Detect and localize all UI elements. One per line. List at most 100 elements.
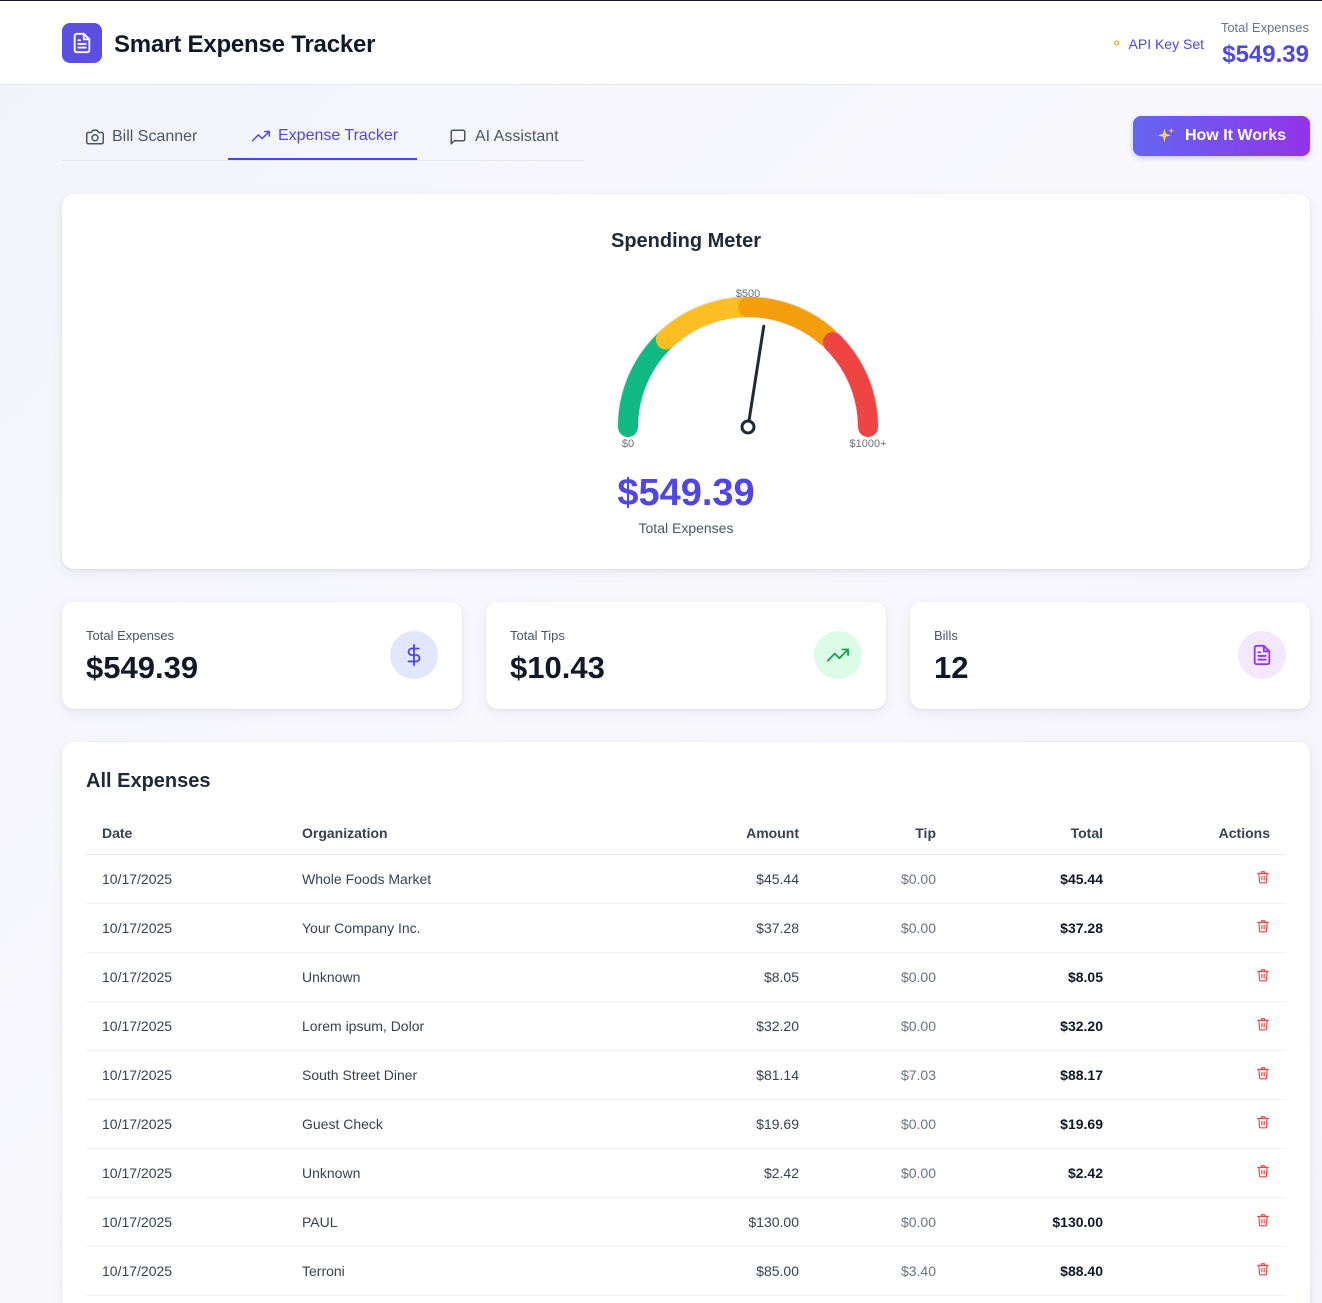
- delete-button[interactable]: [1254, 1065, 1270, 1083]
- delete-button[interactable]: [1254, 869, 1270, 887]
- table-row: 10/17/2025 Your Company Inc. $37.28 $0.00 $3…: [86, 903, 1286, 953]
- trash-icon: [1256, 920, 1270, 937]
- cell-total: $19.69: [936, 1099, 1103, 1149]
- stat-label: Total Expenses: [86, 628, 175, 643]
- trending-up-icon: [252, 130, 270, 141]
- cell-tip: $0.00: [799, 1197, 936, 1247]
- trash-icon: [1256, 969, 1270, 986]
- meter-value: $549.39: [617, 472, 755, 514]
- cell-total: $2.42: [936, 1148, 1103, 1198]
- cell-tip: $0.00: [799, 1148, 936, 1198]
- tab-label: Bill Scanner: [112, 127, 198, 145]
- how-it-works-button[interactable]: How It Works: [1133, 116, 1310, 156]
- gauge-tick-max: $1000+: [849, 438, 886, 448]
- gauge-segment-low: [618, 329, 676, 437]
- trending-up-icon: [827, 648, 849, 662]
- cell-total: $45.44: [936, 854, 1103, 904]
- stat-card-total-tips: Total Tips $10.43: [486, 602, 886, 709]
- cell-actions: [1103, 1246, 1286, 1296]
- cell-tip: $7.03: [799, 1050, 936, 1100]
- delete-button[interactable]: [1254, 1114, 1270, 1132]
- trash-icon: [1256, 1214, 1270, 1231]
- meter-title: Spending Meter: [610, 230, 761, 252]
- stat-value: $549.39: [86, 650, 199, 685]
- cell-tip: $0.00: [799, 1099, 936, 1149]
- cell-total: $37.28: [936, 903, 1103, 953]
- header-total-label: Total Expenses: [1220, 20, 1309, 35]
- cell-organization: Your Company Inc.: [302, 903, 622, 953]
- column-header-actions: Actions: [1103, 812, 1286, 855]
- table-row: 10/17/2025 Unknown $2.42 $0.00 $2.42: [86, 1148, 1286, 1198]
- cell-tip: $0.00: [799, 854, 936, 904]
- delete-button[interactable]: [1254, 1261, 1270, 1279]
- stat-card-bills: Bills 12: [910, 602, 1310, 709]
- cell-tip: $0.00: [799, 952, 936, 1002]
- cell-actions: [1103, 952, 1286, 1002]
- delete-button[interactable]: [1254, 1212, 1270, 1230]
- spending-gauge: $0 $500 $1000+: [617, 288, 887, 448]
- table-row: 10/17/2025 PAUL $130.00 $0.00 $130.00: [86, 1197, 1286, 1247]
- delete-button[interactable]: [1254, 967, 1270, 985]
- cell-date: 10/17/2025: [86, 1099, 302, 1149]
- cell-total: $88.17: [936, 1050, 1103, 1100]
- cell-organization: Unknown: [302, 1148, 622, 1198]
- cell-actions: [1103, 1001, 1286, 1051]
- api-key-status[interactable]: ⚬ API Key Set: [1111, 35, 1204, 52]
- cell-actions: [1103, 854, 1286, 904]
- delete-button[interactable]: [1254, 1016, 1270, 1034]
- cell-total: $130.00: [936, 1197, 1103, 1247]
- delete-button[interactable]: [1254, 1163, 1270, 1181]
- main-tabs: Bill Scanner Expense Tracker AI Assistan…: [62, 113, 584, 161]
- how-it-works-label: How It Works: [1184, 127, 1287, 144]
- key-icon: ⚬: [1110, 35, 1123, 51]
- tab-expense-tracker[interactable]: Expense Tracker: [228, 113, 417, 160]
- meter-label: Total Expenses: [638, 520, 734, 536]
- table-header-row: Date Organization Amount Tip Total Actio…: [86, 812, 1286, 855]
- cell-organization: PAUL: [302, 1197, 622, 1247]
- stat-icon-badge: [1238, 631, 1286, 679]
- trash-icon: [1256, 1165, 1270, 1182]
- table-row: 10/17/2025 Terroni $85.00 $3.40 $88.40: [86, 1246, 1286, 1296]
- cell-amount: $45.44: [622, 854, 799, 904]
- trash-icon: [1256, 1116, 1270, 1133]
- column-header-tip: Tip: [799, 812, 936, 855]
- table-title: All Expenses: [86, 770, 211, 792]
- cell-total: $32.20: [936, 1001, 1103, 1051]
- cell-amount: $19.69: [622, 1099, 799, 1149]
- gauge-segment-mid-high: [738, 297, 838, 347]
- stat-icon-badge: [814, 631, 862, 679]
- cell-actions: [1103, 1050, 1286, 1100]
- column-header-date: Date: [86, 812, 302, 855]
- cell-organization: Lorem ipsum, Dolor: [302, 1001, 622, 1051]
- delete-button[interactable]: [1254, 918, 1270, 936]
- api-key-status-label: API Key Set: [1128, 35, 1204, 52]
- table-row: 10/17/2025 South Street Diner $81.14 $7.03 $…: [86, 1050, 1286, 1100]
- table-row: 10/17/2025 Unknown $8.05 $0.00 $8.05: [86, 952, 1286, 1002]
- tab-ai-assistant[interactable]: AI Assistant: [449, 113, 559, 160]
- cell-amount: $130.00: [622, 1197, 799, 1247]
- app-logo: [62, 23, 102, 63]
- column-header-total: Total: [936, 812, 1103, 855]
- cell-total: $8.05: [936, 952, 1103, 1002]
- document-icon: [73, 32, 91, 54]
- table-row: 10/17/2025 Lorem ipsum, Dolor $32.20 $0.00 $…: [86, 1001, 1286, 1051]
- column-header-amount: Amount: [622, 812, 799, 855]
- trash-icon: [1256, 871, 1270, 888]
- cell-total: $88.40: [936, 1246, 1103, 1296]
- trash-icon: [1256, 1067, 1270, 1084]
- column-header-organization: Organization: [302, 812, 622, 855]
- gauge-pivot: [740, 419, 756, 435]
- cell-organization: Guest Check: [302, 1099, 622, 1149]
- cell-date: 10/17/2025: [86, 854, 302, 904]
- cell-date: 10/17/2025: [86, 1050, 302, 1100]
- cell-actions: [1103, 1099, 1286, 1149]
- table-row: 10/17/2025 Whole Foods Market $45.44 $0.00 $…: [86, 854, 1286, 904]
- cell-amount: $85.00: [622, 1246, 799, 1296]
- all-expenses-card: All Expenses Date Organization Amount Ti…: [62, 742, 1310, 1303]
- dollar-icon: [407, 644, 421, 666]
- cell-date: 10/17/2025: [86, 1246, 302, 1296]
- cell-date: 10/17/2025: [86, 1001, 302, 1051]
- tab-bill-scanner[interactable]: Bill Scanner: [86, 113, 197, 160]
- stat-label: Bills: [934, 628, 958, 643]
- expenses-table: Date Organization Amount Tip Total Actio…: [86, 812, 1286, 1296]
